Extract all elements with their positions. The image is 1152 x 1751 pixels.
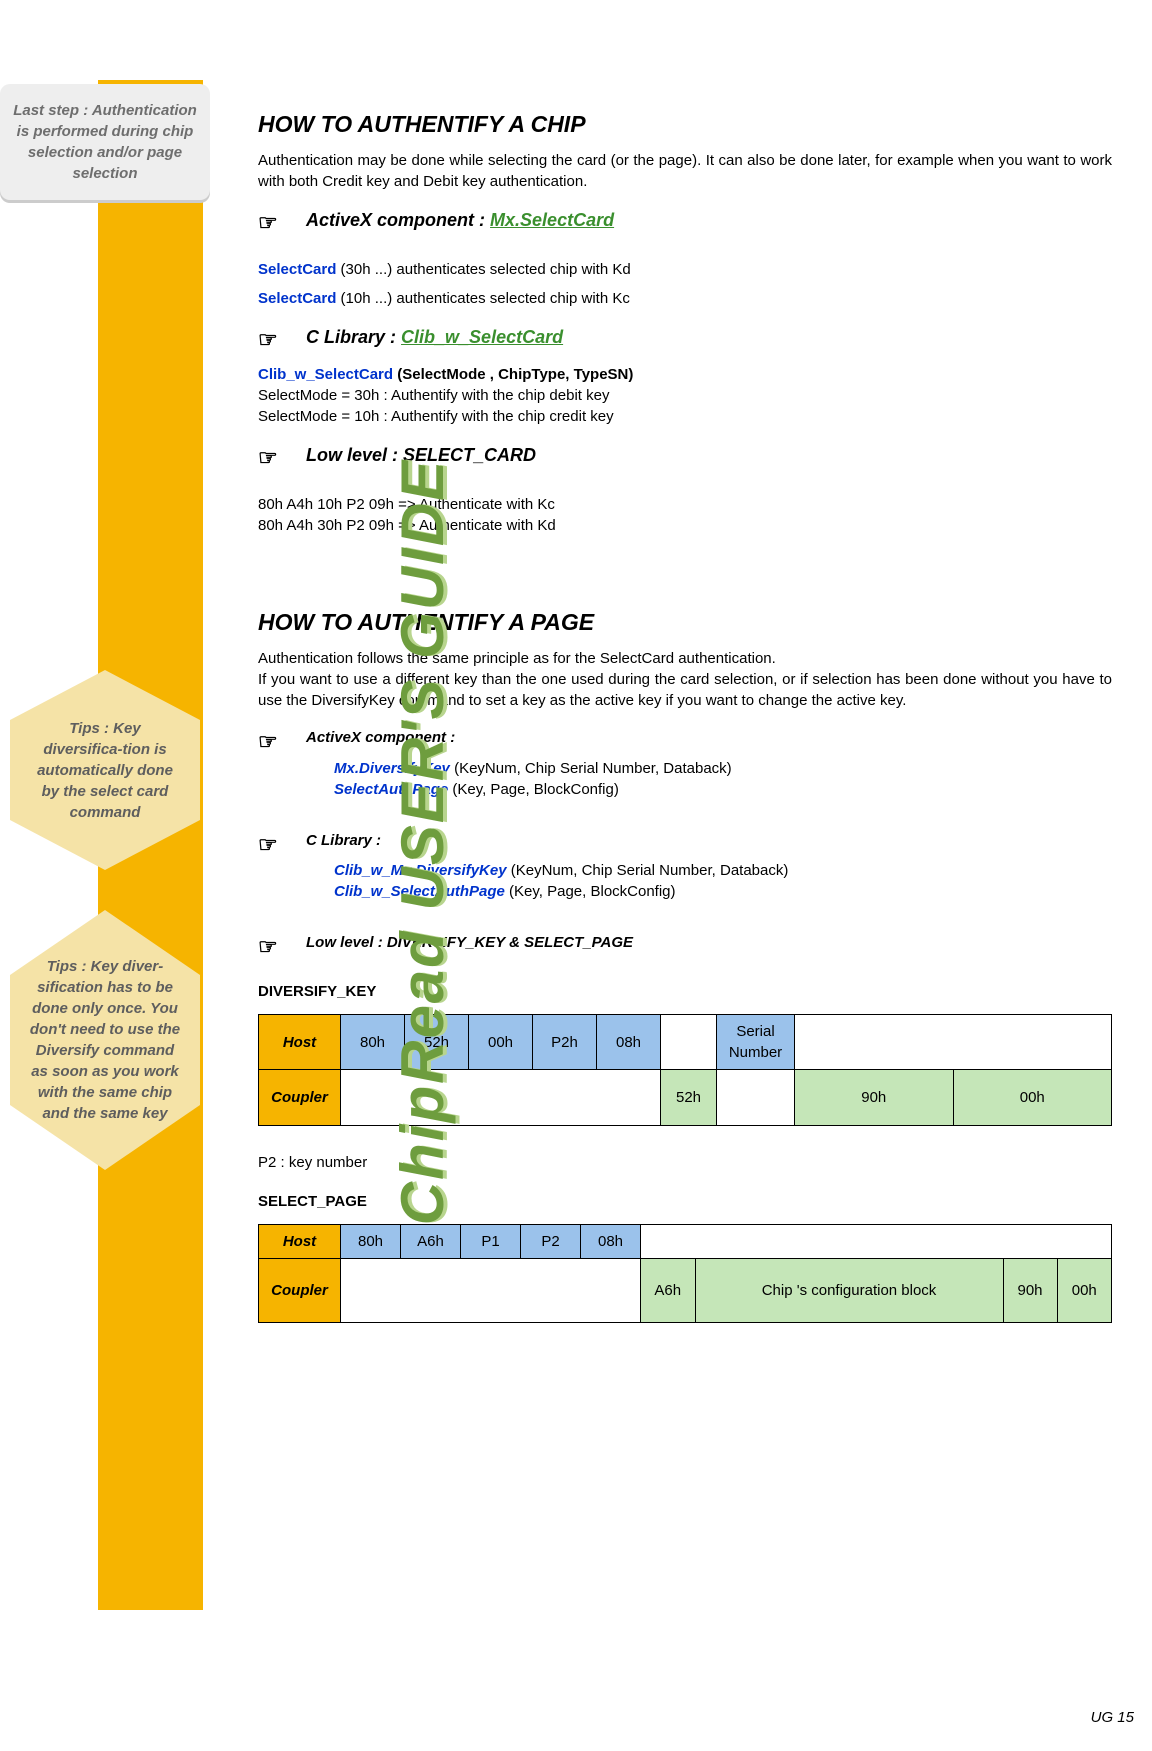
cell: 08h [581,1225,641,1259]
intro-paragraph-1: Authentication may be done while selecti… [258,150,1112,192]
table-select-page: Host 80h A6h P1 P2 08h Coupler A6h Chip … [258,1218,1112,1323]
cell-host: Host [259,1015,341,1070]
cell: 00h [469,1015,533,1070]
pointer-icon: ☞ [258,325,306,356]
clib-signature: Clib_w_SelectCard (SelectMode , ChipType… [258,364,1112,385]
cell [641,1225,1112,1259]
callout-tips-2-text: Tips : Key diver-sification has to be do… [28,956,182,1124]
section-title-auth-chip: HOW TO AUTHENTIFY A CHIP [258,108,1112,140]
selectmode-10h: SelectMode = 10h : Authentify with the c… [258,406,1112,427]
cell: 52h [661,1070,717,1126]
cell: 80h [341,1225,401,1259]
footer-version: Version 1.0 [88,1707,183,1732]
cell: Chip 's configuration block [695,1259,1003,1322]
selectmode-30h: SelectMode = 30h : Authentify with the c… [258,385,1112,406]
cell: P1 [461,1225,521,1259]
cell-coupler: Coupler [259,1259,341,1323]
cell: 00h [1057,1259,1111,1322]
callout-tips-1-text: Tips : Key diversifica-tion is automatic… [28,718,182,823]
cell: A6h [401,1225,461,1259]
cell-coupler: Coupler [259,1070,341,1126]
cell: P2h [533,1015,597,1070]
point-clib-selectcard: ☞ C Library : Clib_w_SelectCard [258,325,1112,356]
cell-host: Host [259,1225,341,1259]
point-label: Low level : DIVERSIFY_KEY & SELECT_PAGE [306,932,633,963]
cell [661,1015,717,1070]
kw-clib-selectcard: Clib_w_SelectCard [258,366,393,383]
link-clib-selectcard[interactable]: Clib_w_SelectCard [401,327,563,347]
cell: A6h [641,1259,695,1322]
pointer-icon: ☞ [258,932,306,963]
callout-last-step: Last step : Authentication is performed … [0,84,210,200]
cell: Serial Number [717,1015,795,1070]
cell: A6h Chip 's configuration block 90h 00h [641,1259,1112,1323]
pointer-icon: ☞ [258,727,306,758]
cell: P2 [521,1225,581,1259]
pointer-icon: ☞ [258,443,306,474]
selectcard-10h: SelectCard (10h ...) authenticates selec… [258,288,1112,309]
vertical-guide-title: ChipRead USER'S GUIDE [381,459,465,1225]
point-label: ActiveX component : Mx.SelectCard [306,208,614,239]
selectcard-30h: SelectCard (30h ...) authenticates selec… [258,259,1112,280]
link-mx-selectcard[interactable]: Mx.SelectCard [490,210,614,230]
cell [717,1070,795,1126]
table-row: Host 80h A6h P1 P2 08h [259,1225,1112,1259]
pointer-icon: ☞ [258,208,306,239]
cell [795,1015,1112,1070]
kw-selectcard-2: SelectCard [258,290,336,307]
cell: 00h [953,1070,1111,1125]
cell: 90h [1003,1259,1057,1322]
cell: 90h 00h [795,1070,1112,1126]
kw-selectcard: SelectCard [258,261,336,278]
sidebar: ChipRead USER'S GUIDE Last step : Authen… [0,0,230,1680]
pointer-icon: ☞ [258,830,306,861]
footer-page: UG 15 [1091,1707,1134,1728]
point-activex-selectcard: ☞ ActiveX component : Mx.SelectCard [258,208,1112,239]
point-label: C Library : Clib_w_SelectCard [306,325,563,356]
point-label: C Library : [306,830,381,861]
cell: 90h [795,1070,953,1125]
cell: 08h [597,1015,661,1070]
cell [341,1259,641,1323]
table-row: Coupler A6h Chip 's configuration block … [259,1259,1112,1323]
